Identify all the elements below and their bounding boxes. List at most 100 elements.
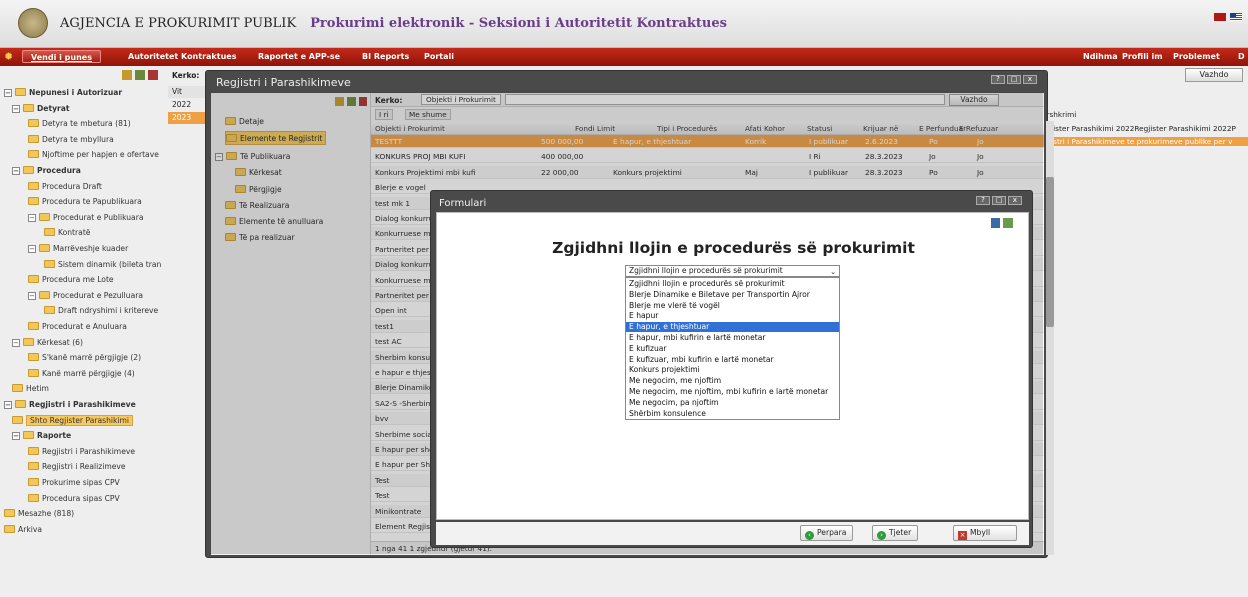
tree-item[interactable]: − Procedurat e Pezulluara [28, 289, 143, 303]
tree-item[interactable]: Procedura te Papublikuara [28, 195, 142, 209]
dropdown-option[interactable]: Shërbim konsulence [626, 409, 839, 419]
dropdown-option[interactable]: Blerje Dinamike e Biletave per Transport… [626, 290, 839, 300]
english-flag-icon[interactable] [1230, 13, 1242, 21]
bg-right-row[interactable]: egjister Parashikimi 2022Regjister Paras… [1042, 124, 1248, 133]
menu-profili-im[interactable]: Profili im [1122, 52, 1163, 61]
menu-vendi-i-punes[interactable]: Vendi i punes [22, 50, 101, 63]
menu-problemet[interactable]: Problemet [1173, 52, 1220, 61]
tree-item[interactable]: − Regjistri i Parashikimeve [4, 398, 136, 412]
expand-toggle-icon[interactable]: − [4, 89, 12, 97]
table-scroll-thumb[interactable] [1046, 177, 1054, 327]
tree-item[interactable]: Regjistri i Realizimeve [28, 460, 126, 474]
app-title: AGJENCIA E PROKURIMIT PUBLIK Prokurimi el… [60, 16, 727, 31]
tree-item[interactable]: Procedura sipas CPV [28, 492, 120, 506]
tree-item[interactable]: Detyra te mbyllura [28, 133, 114, 147]
folder-icon [28, 275, 39, 284]
dropdown-option[interactable]: Me negocim, pa njoftim [626, 398, 839, 408]
tree-item-label: Nepunesi i Autorizuar [29, 88, 123, 97]
home-gear-icon[interactable]: ✹ [4, 50, 13, 63]
close-button[interactable]: × Mbyll [953, 525, 1017, 541]
tree-item[interactable]: Sistem dinamik (bileta tran [44, 258, 161, 272]
window-close-icon[interactable]: x [1023, 75, 1037, 84]
expand-toggle-icon[interactable]: − [4, 401, 12, 409]
tree-item[interactable]: Kontratë [44, 226, 90, 240]
dialog-help-icon[interactable]: ? [976, 196, 990, 205]
tree-item[interactable]: − Procedurat e Publikuara [28, 211, 143, 225]
tree-item[interactable]: S'kanë marrë përgjigje (2) [28, 351, 141, 365]
dropdown-option[interactable]: Konkurs projektimi [626, 365, 839, 375]
tree-item-label: Procedurat e Publikuara [53, 212, 144, 222]
dropdown-option[interactable]: Me negocim, me njoftim, mbi kufirin e la… [626, 387, 839, 397]
tree-item-label: Detyra te mbyllura [42, 134, 114, 144]
menu-ndihma[interactable]: Ndihma [1083, 52, 1118, 61]
dialog-close-icon[interactable]: x [1008, 196, 1022, 205]
folder-icon [39, 212, 50, 221]
dropdown-option[interactable]: E hapur [626, 311, 839, 321]
menu-bi-reports[interactable]: BI Reports [362, 52, 409, 61]
expand-toggle-icon[interactable]: − [12, 432, 20, 441]
bg-year-row[interactable]: 2022 [168, 99, 208, 111]
tree-item[interactable]: Procedura me Lote [28, 273, 114, 287]
tree-item[interactable]: Regjistri i Parashikimeve [28, 445, 135, 459]
dropdown-option[interactable]: E hapur, e thjeshtuar [626, 322, 839, 332]
arrow-left-icon: ‹ [805, 531, 814, 540]
dropdown-option[interactable]: Zgjidhni llojin e procedurës së prokurim… [626, 279, 839, 289]
previous-button[interactable]: ‹ Perpara [800, 525, 854, 541]
tree-item[interactable]: − Nepunesi i Autorizuar [4, 86, 122, 100]
dropdown-option[interactable]: E hapur, mbi kufirin e lartë monetar [626, 333, 839, 343]
tree-toolbar-icons[interactable] [122, 70, 158, 80]
menu-portali[interactable]: Portali [424, 52, 454, 61]
dialog-export-icons[interactable] [991, 218, 1013, 228]
tree-item[interactable]: − Raporte [12, 429, 71, 443]
bg-year-row[interactable]: 2023 [168, 112, 208, 124]
tree-item[interactable]: Kanë marrë përgjigje (4) [28, 367, 135, 381]
bg-year-list: Vit 2022 2023 [168, 66, 208, 186]
tree-item[interactable]: Draft ndryshimi i kritereve [44, 304, 158, 318]
language-flags[interactable] [1214, 13, 1244, 21]
tree-item-label: Regjistri i Parashikimeve [42, 446, 136, 456]
bg-vazhdo-button[interactable]: Vazhdo [1185, 68, 1243, 82]
tree-item[interactable]: Hetim [12, 382, 49, 396]
folder-icon [15, 88, 26, 96]
tree-item-label: Procedura sipas CPV [42, 493, 120, 503]
dropdown-option[interactable]: E kufizuar [626, 344, 839, 354]
tree-item[interactable]: Procedura Draft [28, 180, 102, 194]
dropdown-option[interactable]: Me negocim, me njoftim [626, 376, 839, 386]
tree-item[interactable]: − Kërkesat (6) [12, 336, 83, 350]
menu-raportet[interactable]: Raportet e APP-se [258, 52, 340, 61]
tree-item[interactable]: − Detyrat [12, 102, 70, 116]
window-help-icon[interactable]: ? [991, 75, 1005, 84]
menu-autoritetet[interactable]: Autoritetet Kontraktues [128, 52, 236, 61]
tree-item[interactable]: − Procedura [12, 164, 81, 178]
tree-item-label: Sistem dinamik (bileta tran [58, 259, 162, 269]
tree-item[interactable]: Shto Regjister Parashikimi [12, 414, 134, 428]
next-button[interactable]: › Tjeter [872, 525, 919, 541]
folder-icon [28, 181, 39, 190]
procedure-type-select[interactable]: Zgjidhni llojin e procedurës së prokurim… [625, 265, 840, 277]
tree-item[interactable]: Prokurime sipas CPV [28, 476, 120, 490]
expand-toggle-icon[interactable]: − [28, 213, 36, 222]
menu-d[interactable]: D [1238, 52, 1245, 61]
dropdown-option[interactable]: Blerje me vlerë të vogël [626, 301, 839, 311]
tree-item-label: Marrëveshje kuader [53, 244, 129, 253]
albanian-flag-icon[interactable] [1214, 13, 1226, 21]
tree-item[interactable]: Procedurat e Anuluara [28, 320, 127, 334]
tree-item[interactable]: Arkiva [4, 523, 42, 537]
expand-toggle-icon[interactable]: − [12, 104, 20, 113]
expand-toggle-icon[interactable]: − [12, 167, 20, 175]
expand-toggle-icon[interactable]: − [28, 245, 36, 253]
folder-icon [4, 509, 15, 518]
folder-icon [28, 134, 39, 143]
expand-toggle-icon[interactable]: − [28, 291, 36, 300]
tree-item[interactable]: Detyra te mbetura (81) [28, 117, 131, 131]
dropdown-option[interactable]: E kufizuar, mbi kufirin e lartë monetar [626, 355, 839, 365]
dialog-maximize-icon[interactable]: □ [992, 196, 1006, 205]
bg-right-row[interactable]: egjstri i Parashikimeve te prokurimeve p… [1042, 137, 1248, 146]
expand-toggle-icon[interactable]: − [12, 338, 20, 347]
window-maximize-icon[interactable]: □ [1007, 75, 1021, 84]
tree-item-label: Procedura Draft [42, 181, 102, 191]
tree-item[interactable]: − Marrëveshje kuader [28, 242, 128, 256]
tree-item[interactable]: Mesazhe (818) [4, 507, 74, 521]
tree-item[interactable]: Njoftime per hapjen e ofertave [28, 148, 159, 162]
tree-item-label: Procedura [37, 166, 81, 175]
